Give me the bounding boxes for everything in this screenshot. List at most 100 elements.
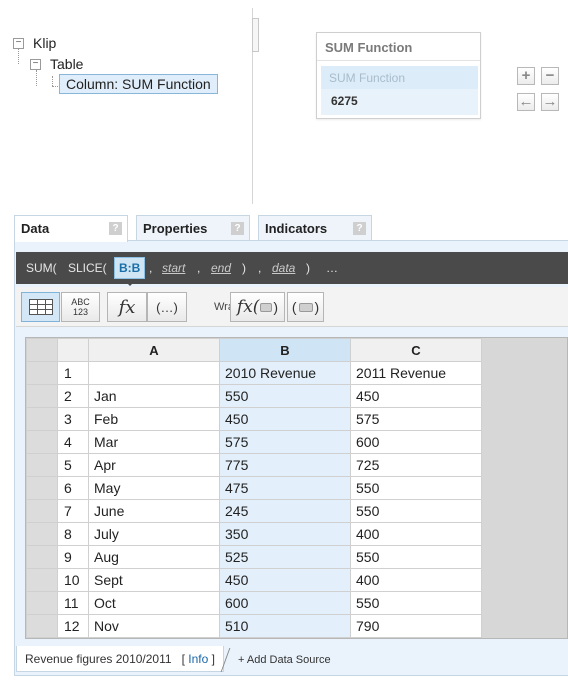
column-header-b[interactable]: B (219, 338, 351, 362)
tree-connector (52, 76, 53, 86)
tree-collapse-icon[interactable]: − (13, 37, 24, 49)
row-gutter[interactable] (26, 361, 58, 385)
cell-b[interactable]: 510 (219, 614, 351, 638)
formula-bar[interactable]: SUM( SLICE( B:B , start , end ) , data )… (16, 252, 568, 284)
data-grid[interactable]: A B C 1 2010 Revenue 2011 Revenue 2 Jan 550 45… (25, 337, 568, 639)
wrap-group-button[interactable]: ( ) (287, 292, 324, 322)
column-header-c[interactable]: C (350, 338, 482, 362)
cell-b[interactable]: 450 (219, 568, 351, 592)
cell-c[interactable]: 725 (350, 453, 482, 477)
row-number-cell: 12 (57, 614, 89, 638)
row-gutter[interactable] (26, 430, 58, 454)
formula-token-sum[interactable]: SUM( (26, 261, 57, 275)
formula-arg-end[interactable]: end (211, 261, 231, 275)
corner-cell[interactable] (26, 338, 58, 362)
help-icon[interactable]: ? (231, 222, 244, 235)
tab-properties[interactable]: Properties ? (136, 215, 250, 241)
cell-a[interactable]: May (88, 476, 220, 500)
cell-b[interactable]: 350 (219, 522, 351, 546)
cell-c[interactable]: 400 (350, 522, 482, 546)
tab-data[interactable]: Data ? (14, 215, 128, 242)
cell-b[interactable]: 245 (219, 499, 351, 523)
formula-token-slice[interactable]: SLICE( (68, 261, 107, 275)
cell-a[interactable]: Aug (88, 545, 220, 569)
cell-c[interactable]: 600 (350, 430, 482, 454)
cell-a[interactable]: Feb (88, 407, 220, 431)
formula-arg-start[interactable]: start (162, 261, 185, 275)
cell-c[interactable]: 550 (350, 545, 482, 569)
cell-a[interactable]: Sept (88, 568, 220, 592)
cell-b[interactable]: 575 (219, 430, 351, 454)
placeholder-icon (298, 302, 313, 312)
table-row: 2 Jan 550 450 (26, 384, 482, 408)
cell-c[interactable]: 2011 Revenue (350, 361, 482, 385)
add-datasource-link[interactable]: + Add Data Source (238, 654, 331, 666)
arrow-right-icon[interactable]: → (541, 93, 559, 111)
grid-view-button[interactable] (21, 292, 60, 322)
cell-b[interactable]: 525 (219, 545, 351, 569)
row-gutter[interactable] (26, 614, 58, 638)
cell-a[interactable]: Oct (88, 591, 220, 615)
tree-node-sum-column[interactable]: Column: SUM Function (59, 74, 218, 94)
cell-b[interactable]: 475 (219, 476, 351, 500)
row-gutter[interactable] (26, 522, 58, 546)
klip-preview: SUM Function SUM Function 6275 (316, 32, 481, 119)
tab-indicators[interactable]: Indicators ? (258, 215, 372, 241)
row-gutter[interactable] (26, 545, 58, 569)
cell-a[interactable] (88, 361, 220, 385)
cell-c[interactable]: 790 (350, 614, 482, 638)
cell-b[interactable]: 775 (219, 453, 351, 477)
tree-node-table[interactable]: − Table (30, 54, 83, 74)
cell-a[interactable]: July (88, 522, 220, 546)
formula-arg-data[interactable]: data (272, 261, 295, 275)
function-icon: fx (118, 296, 136, 318)
formula-close: ) (306, 261, 310, 275)
cell-a[interactable]: Mar (88, 430, 220, 454)
preview-value: 6275 (321, 89, 478, 115)
text-number-button[interactable]: ABC 123 (61, 292, 100, 322)
column-header-a[interactable]: A (88, 338, 220, 362)
datasource-tab[interactable]: Revenue figures 2010/2011 [ Info ] (16, 646, 224, 672)
help-icon[interactable]: ? (353, 222, 366, 235)
row-gutter[interactable] (26, 476, 58, 500)
minus-icon[interactable]: − (541, 67, 559, 85)
cell-c[interactable]: 550 (350, 499, 482, 523)
row-gutter[interactable] (26, 568, 58, 592)
cell-c[interactable]: 400 (350, 568, 482, 592)
cell-c[interactable]: 450 (350, 384, 482, 408)
cell-b[interactable]: 550 (219, 384, 351, 408)
help-icon[interactable]: ? (109, 222, 122, 235)
cell-a[interactable]: Apr (88, 453, 220, 477)
cell-c[interactable]: 575 (350, 407, 482, 431)
formula-comma: , (149, 261, 153, 275)
cell-c[interactable]: 550 (350, 591, 482, 615)
arrow-left-icon[interactable]: ← (517, 93, 535, 111)
cell-c[interactable]: 550 (350, 476, 482, 500)
group-button[interactable]: (…) (147, 292, 187, 322)
preview-component[interactable]: SUM Function 6275 (321, 66, 478, 115)
function-button[interactable]: fx (107, 292, 147, 322)
num-label: 123 (72, 307, 89, 317)
cell-b[interactable]: 2010 Revenue (219, 361, 351, 385)
row-gutter[interactable] (26, 591, 58, 615)
row-gutter[interactable] (26, 407, 58, 431)
formula-more[interactable]: … (326, 261, 338, 275)
row-gutter[interactable] (26, 453, 58, 477)
datasource-info-link[interactable]: Info (188, 652, 208, 666)
rownum-header (57, 338, 89, 362)
tree-collapse-icon[interactable]: − (30, 58, 41, 70)
tree-node-klip[interactable]: − Klip (13, 33, 56, 53)
row-gutter[interactable] (26, 499, 58, 523)
splitter-grip[interactable] (252, 18, 259, 52)
cell-b[interactable]: 600 (219, 591, 351, 615)
cell-a[interactable]: June (88, 499, 220, 523)
plus-icon[interactable]: + (517, 67, 535, 85)
cell-b[interactable]: 450 (219, 407, 351, 431)
cell-a[interactable]: Nov (88, 614, 220, 638)
paren-open: ( (291, 299, 297, 315)
wrap-function-button[interactable]: fx( ) (230, 292, 285, 322)
row-gutter[interactable] (26, 384, 58, 408)
table-row: 1 2010 Revenue 2011 Revenue (26, 361, 482, 385)
formula-token-ref[interactable]: B:B (114, 257, 146, 279)
cell-a[interactable]: Jan (88, 384, 220, 408)
